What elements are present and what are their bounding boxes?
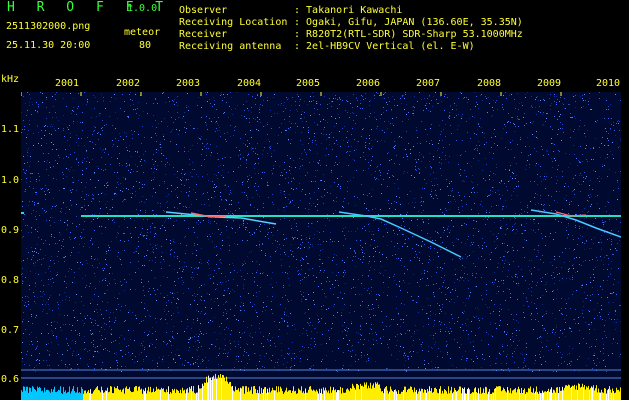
antenna-label: Receiving antenna [179,41,282,52]
y-tick-label: 1.0 [1,175,20,186]
header-panel: H R O F F T 1.0.0 2511302000.png 25.11.3… [0,0,629,74]
location-label: Receiving Location [179,17,288,28]
x-tick-label: 2009 [537,78,562,89]
waterfall-plot [21,92,621,400]
y-tick-label: 0.9 [1,225,20,236]
x-tick-label: 2010 [596,78,621,89]
noise-field [21,92,621,372]
x-tick-label: 2001 [55,78,80,89]
meteor-count: 80 [139,40,152,51]
x-tick-label: 2004 [237,78,262,89]
y-tick-label: 0.8 [1,275,20,286]
y-axis-unit: kHz [1,74,20,85]
y-tick-label: 0.6 [1,374,20,385]
meteor-trail [338,211,462,258]
meteor-trail [165,211,277,225]
y-tick-label: 1.1 [1,124,20,135]
x-tick-label: 2003 [176,78,201,89]
meteor-label: meteor [124,27,161,38]
x-tick-label: 2002 [116,78,141,89]
x-tick-label: 2006 [356,78,381,89]
y-tick-label: 0.7 [1,325,20,336]
waterfall-display [21,92,621,400]
file-name: 2511302000.png [6,21,91,32]
x-tick-label: 2005 [296,78,321,89]
x-tick-label: 2008 [477,78,502,89]
location-value: : Ogaki, Gifu, JAPAN (136.60E, 35.35N) [294,17,523,28]
observer-label: Observer [179,5,228,16]
receiver-label: Receiver [179,29,228,40]
receiver-value: : R820T2(RTL-SDR) SDR-Sharp 53.1000MHz [294,29,523,40]
antenna-value: : 2el-HB9CV Vertical (el. E-W) [294,41,475,52]
app-version: 1.0.0 [127,3,158,14]
observer-value: : Takanori Kawachi [294,5,403,16]
x-tick-label: 2007 [416,78,441,89]
file-datetime: 25.11.30 20:00 [6,40,91,51]
